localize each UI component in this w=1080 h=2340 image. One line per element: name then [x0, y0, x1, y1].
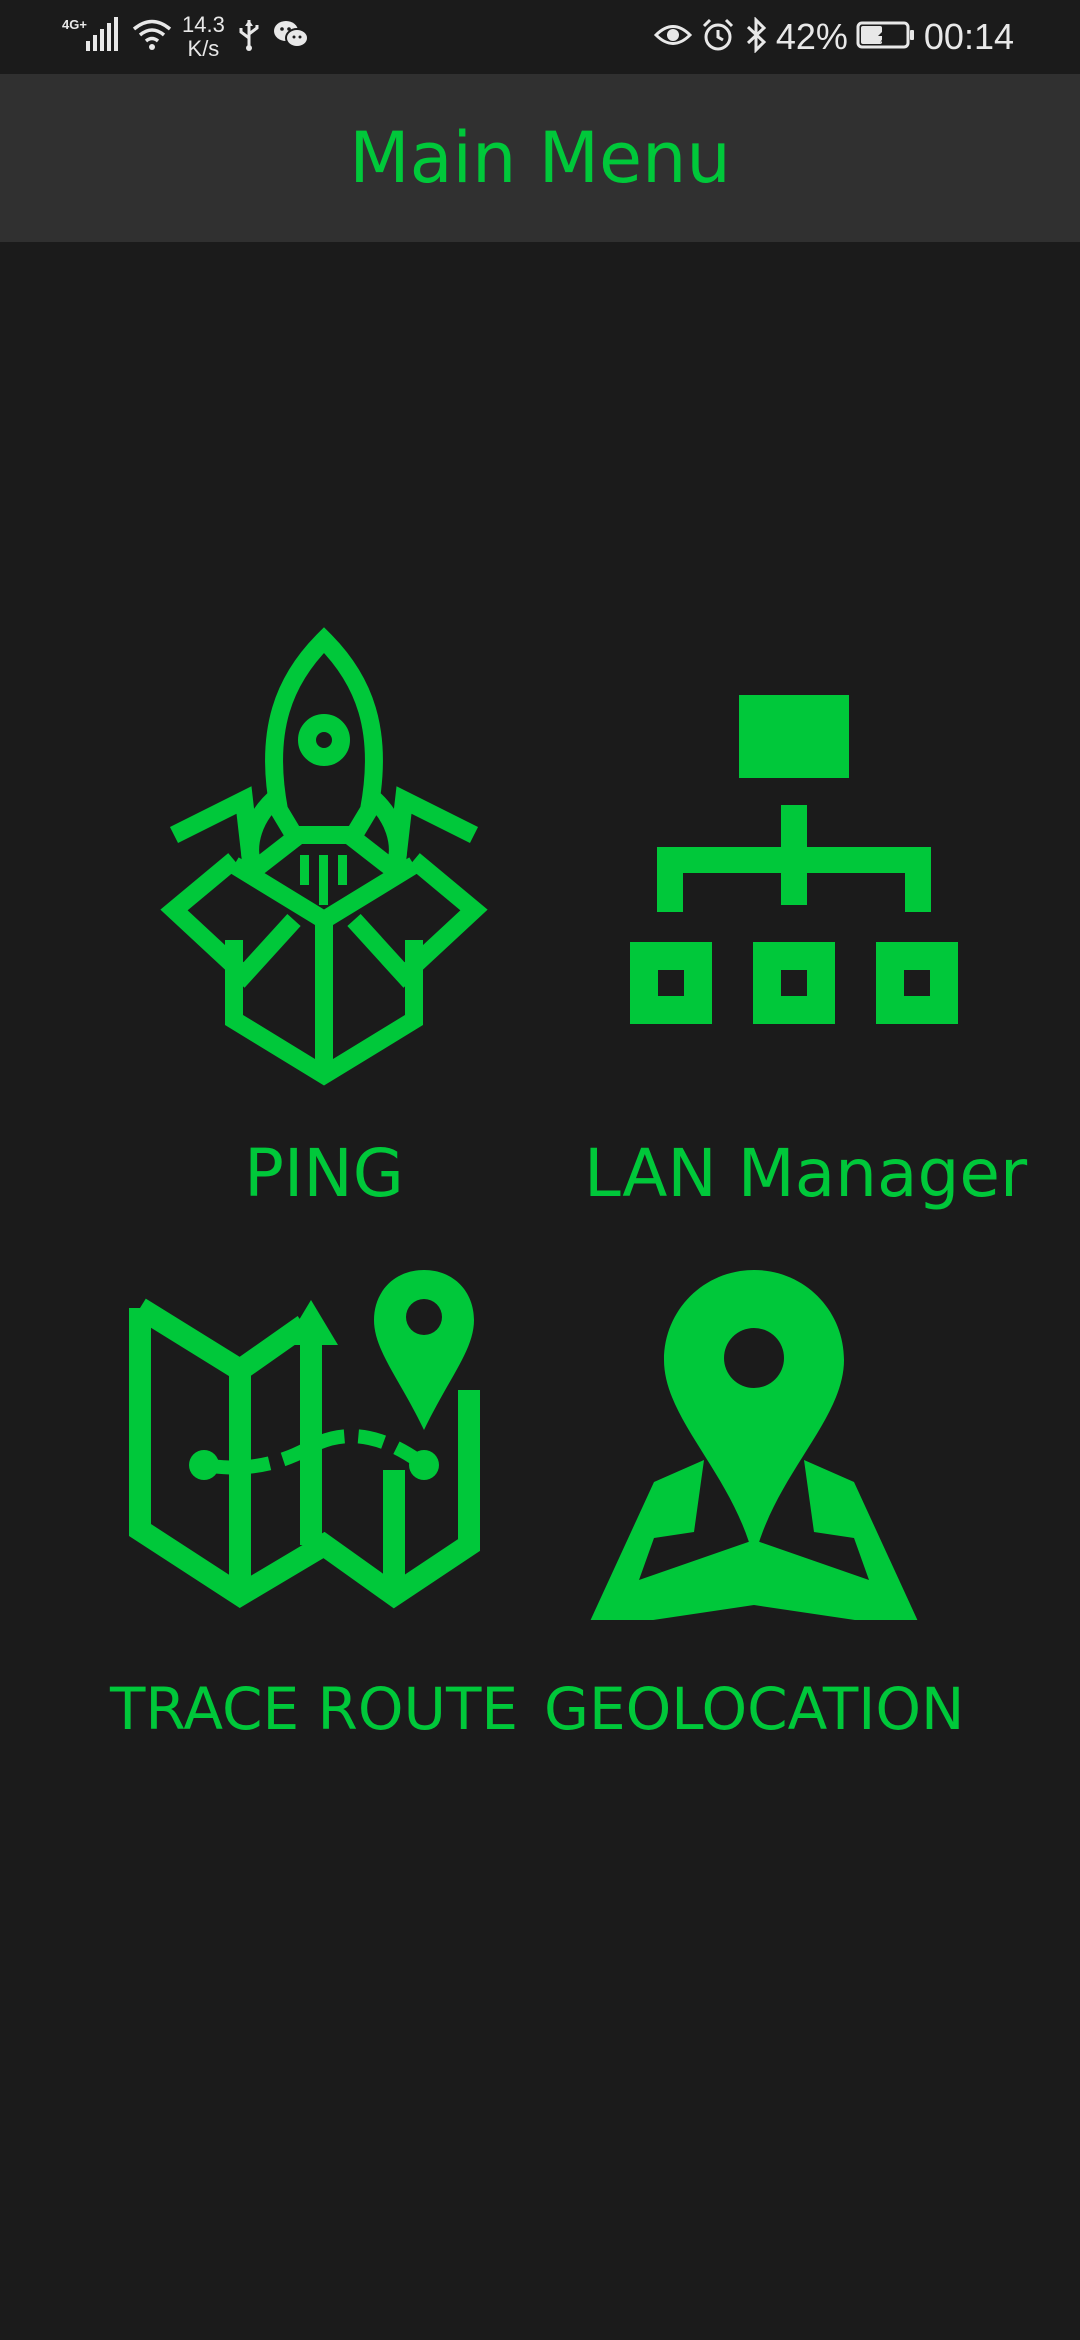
bluetooth-icon: [744, 15, 768, 58]
menu-item-geolocation[interactable]: GEOLOCATION: [544, 1260, 964, 1760]
menu-item-lan-manager[interactable]: LAN Manager: [584, 620, 1028, 1240]
status-bar-left: 4G+ 14.3 K/s: [62, 12, 309, 62]
network-speed-unit: K/s: [187, 36, 220, 61]
battery-icon: [856, 20, 916, 55]
lan-manager-label: LAN Manager: [584, 1135, 1028, 1212]
ping-label: PING: [244, 1135, 404, 1212]
alarm-icon: [700, 17, 736, 58]
app-bar: Main Menu: [0, 74, 1080, 242]
rocket-box-icon: [160, 627, 488, 1086]
network-type: 4G+: [62, 17, 87, 32]
usb-icon: [235, 18, 263, 57]
status-bar: 4G+ 14.3 K/s 42% 00:14: [0, 0, 1080, 74]
menu-item-trace-route[interactable]: TRACE ROUTE: [104, 1260, 524, 1760]
location-pin-map-icon: [590, 1270, 918, 1620]
eye-icon: [653, 20, 692, 55]
battery-percent: 42%: [775, 16, 848, 57]
geolocation-label: GEOLOCATION: [544, 1675, 965, 1743]
signal-icon: 4G+: [62, 15, 122, 60]
trace-route-label: TRACE ROUTE: [109, 1675, 519, 1743]
wechat-icon: [273, 19, 309, 56]
map-route-icon: [129, 1270, 480, 1609]
page-title: Main Menu: [349, 117, 731, 199]
wifi-icon: [132, 18, 172, 57]
status-bar-right: 42% 00:14: [653, 12, 1014, 62]
clock: 00:14: [923, 16, 1014, 57]
menu-item-ping[interactable]: PING: [114, 620, 534, 1240]
network-speed-value: 14.3: [182, 12, 225, 37]
network-speed: 14.3 K/s: [182, 13, 225, 61]
network-hierarchy-icon: [630, 695, 958, 1024]
